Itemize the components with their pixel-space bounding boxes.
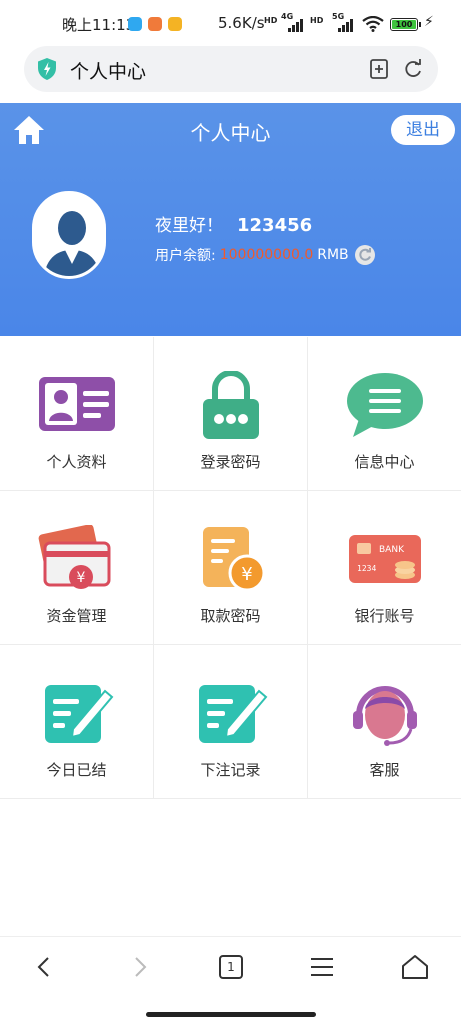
signal-icon [288, 18, 306, 32]
network-speed: 5.6K/s [218, 14, 265, 32]
bookmark-add-icon[interactable] [368, 58, 390, 80]
menu-item-settled-today[interactable]: 今日已结 [0, 645, 154, 799]
menu-label: 今日已结 [46, 761, 107, 779]
customer-service-icon [352, 686, 417, 746]
menu-label: 资金管理 [46, 607, 107, 625]
avatar[interactable] [32, 191, 106, 279]
app-notification-icon [168, 17, 182, 31]
signal-icon [338, 18, 356, 32]
shield-icon [38, 58, 56, 80]
profile-header: 个人中心 退出 夜里好！ 123456 用户余额: 100000000.0 RMB [0, 103, 461, 336]
refresh-balance-button[interactable] [354, 245, 375, 265]
browser-bottom-nav: 1 [0, 936, 461, 996]
menu-label: 登录密码 [200, 453, 261, 471]
svg-text:¥: ¥ [241, 564, 252, 585]
menu-item-funds[interactable]: ¥ 资金管理 [0, 491, 154, 645]
page-title: 个人中心 [70, 61, 147, 83]
wallet-icon: ¥ [38, 525, 110, 589]
battery-icon: 100 [390, 18, 421, 31]
menu-item-bet-records[interactable]: 下注记录 [154, 645, 308, 799]
tabs-button[interactable]: 1 [214, 951, 248, 983]
menu-item-bank-account[interactable]: BANK 1234 银行账号 [308, 491, 461, 645]
greeting-text: 夜里好！ [155, 216, 223, 236]
app-notification-icon [128, 17, 142, 31]
charging-icon: ⚡ [424, 14, 434, 30]
home-icon[interactable] [398, 951, 432, 983]
menu-item-withdraw-password[interactable]: ¥ 取款密码 [154, 491, 308, 645]
bank-card-icon: BANK 1234 [348, 535, 421, 583]
menu-label: 个人资料 [46, 453, 107, 471]
greeting-row: 夜里好！ 123456 [155, 211, 312, 236]
menu-item-customer-service[interactable]: 客服 [308, 645, 461, 799]
chat-bubble-icon [346, 373, 423, 437]
balance-label: 用户余额: [155, 248, 216, 264]
padlock-icon [202, 371, 259, 439]
wifi-icon [362, 16, 384, 32]
balance-row: 用户余额: 100000000.0 RMB [155, 245, 375, 265]
battery-level: 100 [392, 20, 416, 29]
back-icon[interactable] [28, 951, 62, 983]
status-time: 晚上11:13 [62, 16, 136, 34]
menu-label: 下注记录 [200, 761, 261, 779]
withdraw-icon: ¥ [202, 527, 265, 592]
menu-item-login-password[interactable]: 登录密码 [154, 337, 308, 491]
id-card-icon [38, 377, 115, 431]
svg-text:¥: ¥ [76, 570, 85, 586]
menu-item-messages[interactable]: 信息中心 [308, 337, 461, 491]
status-bar: 晚上11:13 5.6K/s HD 4G HD 5G 100 ⚡ [0, 0, 461, 44]
currency-label: RMB [317, 247, 349, 263]
balance-value: 100000000.0 [219, 247, 314, 263]
menu-label: 信息中心 [354, 453, 415, 471]
top-nav: 个人中心 退出 [0, 103, 461, 157]
username: 123456 [237, 215, 313, 236]
menu-item-profile[interactable]: 个人资料 [0, 337, 154, 491]
svg-text:BANK: BANK [379, 545, 405, 555]
reload-icon[interactable] [402, 58, 424, 80]
address-bar[interactable]: 个人中心 [24, 46, 438, 92]
edit-note-icon [198, 685, 267, 743]
menu-grid: 个人资料 登录密码 信息中心 ¥ 资金管理 ¥ 取款密码 BANK 1234 银… [0, 337, 461, 799]
hd-indicator: HD [264, 16, 278, 25]
menu-label: 取款密码 [200, 607, 261, 625]
user-silhouette-icon [35, 194, 103, 276]
svg-text:1234: 1234 [357, 564, 376, 573]
menu-icon[interactable] [305, 951, 339, 983]
tabs-icon: 1 [219, 955, 243, 979]
logout-button[interactable]: 退出 [391, 115, 455, 145]
hd-indicator: HD [310, 16, 324, 25]
edit-note-icon [44, 685, 113, 743]
gesture-bar[interactable] [146, 1012, 316, 1017]
refresh-icon [359, 248, 371, 261]
menu-label: 银行账号 [354, 607, 415, 625]
menu-label: 客服 [369, 761, 400, 779]
app-notification-icon [148, 17, 162, 31]
forward-icon[interactable] [122, 951, 156, 983]
